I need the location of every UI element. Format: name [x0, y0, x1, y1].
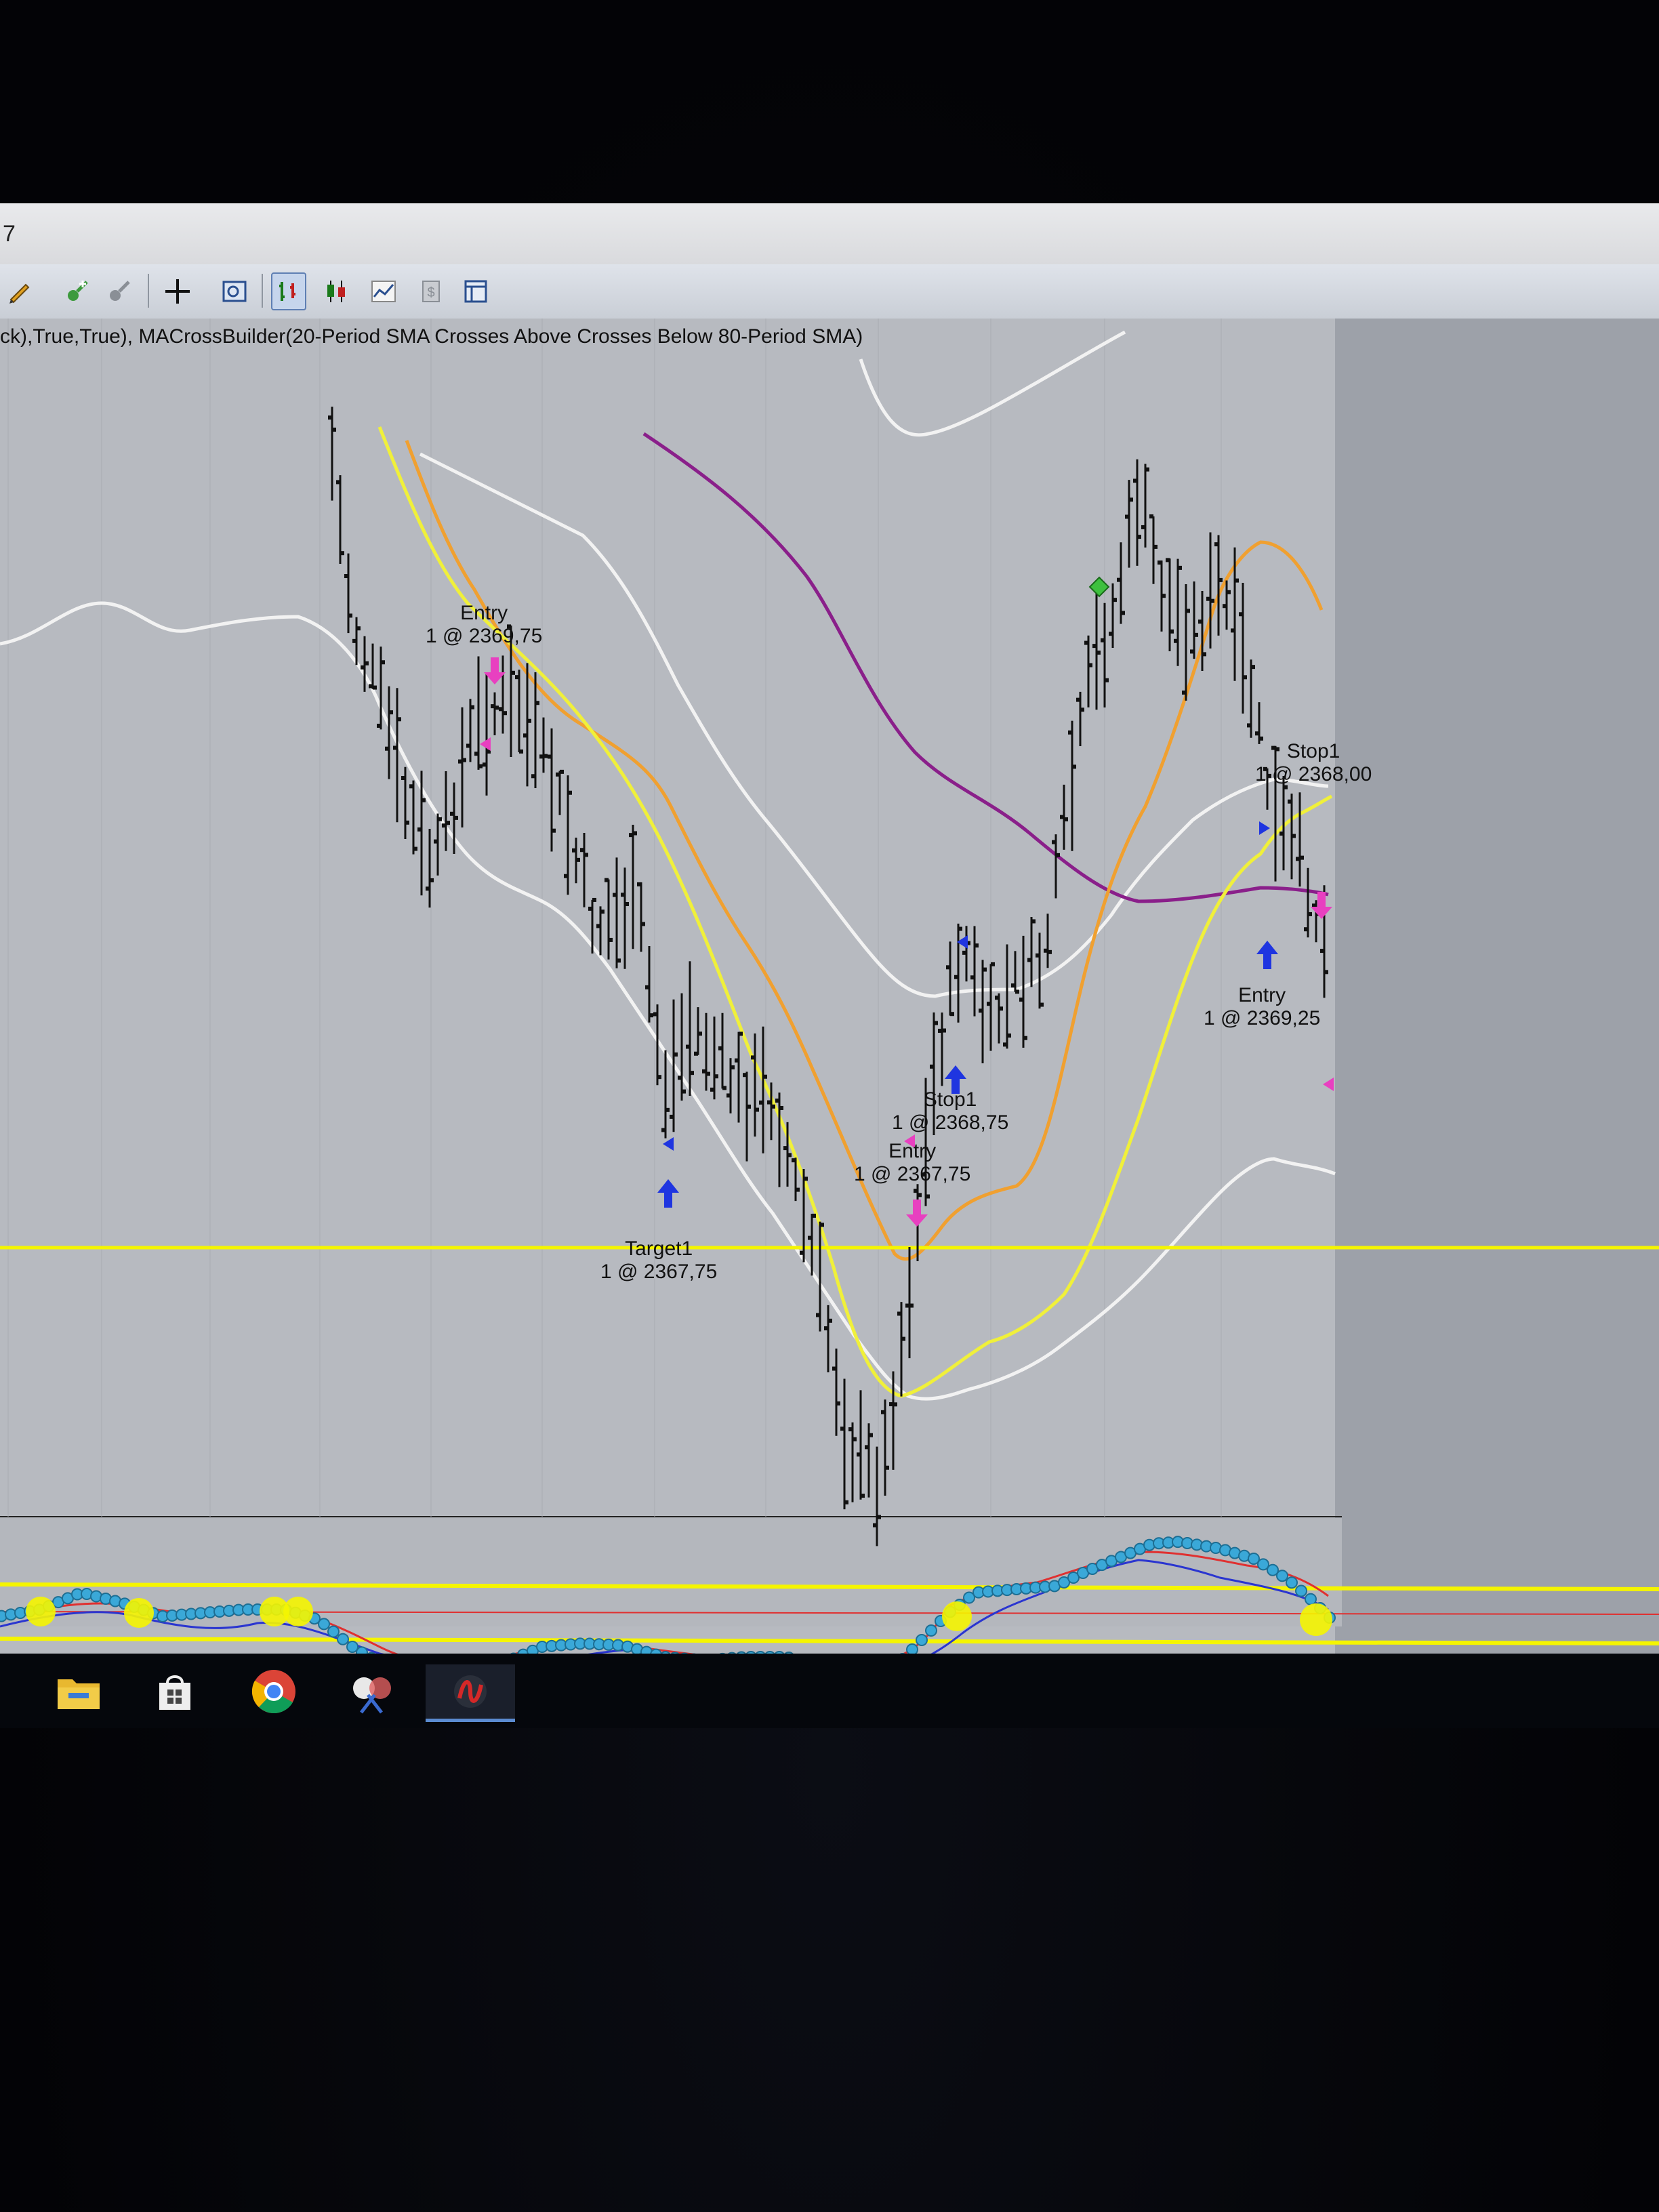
trade-annotation: Stop1 1 @ 2368,00 [1255, 740, 1372, 786]
cross-highlight [26, 1597, 56, 1626]
trade-annotation: Entry 1 @ 2369,25 [1204, 984, 1320, 1030]
window-title: 7 [3, 221, 16, 247]
taskbar [0, 1654, 1659, 1728]
trade-annotation: Entry 1 @ 2367,75 [854, 1140, 970, 1186]
zoom-icon[interactable] [217, 272, 252, 310]
cross-highlight [124, 1598, 154, 1628]
annotation-detail: 1 @ 2369,75 [426, 625, 543, 647]
cross-highlight [942, 1601, 972, 1631]
osc-dot [337, 1633, 349, 1645]
annotation-detail: 1 @ 2368,00 [1255, 763, 1372, 785]
annotation-type: Target1 [625, 1237, 693, 1260]
trading-chart-window: 7 $ ck),True,True), MACrossBuilder(20-Pe… [0, 203, 1659, 1701]
properties-icon[interactable] [458, 272, 493, 310]
osc-dot [1305, 1593, 1317, 1605]
bar-style-icon[interactable] [271, 272, 306, 310]
chart-toolbar: $ [0, 264, 1659, 320]
annotation-type: Entry [1238, 984, 1286, 1006]
snipping-tool-icon[interactable] [344, 1664, 398, 1719]
store-icon[interactable] [148, 1664, 202, 1719]
trade-annotation: Entry 1 @ 2369,75 [426, 602, 542, 648]
annotation-type: Entry [888, 1140, 937, 1162]
line-chart-icon[interactable] [366, 272, 401, 310]
chrome-icon[interactable] [247, 1664, 301, 1719]
annotation-type: Entry [460, 602, 508, 624]
window-titlebar: 7 [0, 203, 1659, 264]
candlestick-icon[interactable] [319, 272, 354, 310]
annotation-type: Stop1 [923, 1088, 977, 1111]
osc-dot [327, 1625, 340, 1638]
dollar-icon[interactable]: $ [413, 272, 449, 310]
trading-platform-icon[interactable] [426, 1664, 515, 1722]
annotation-detail: 1 @ 2367,75 [854, 1163, 971, 1185]
annotation-type: Stop1 [1286, 740, 1340, 762]
trade-annotation: Stop1 1 @ 2368,75 [892, 1088, 1008, 1134]
cross-highlight [283, 1597, 313, 1626]
future-background [1335, 319, 1659, 1660]
price-chart-canvas[interactable] [0, 319, 1659, 1660]
toolbar-separator [148, 274, 149, 308]
svg-text:$: $ [427, 285, 434, 300]
chart-panel[interactable]: ck),True,True), MACrossBuilder(20-Period… [0, 319, 1659, 1660]
osc-dot [916, 1634, 928, 1646]
trade-annotation: Target1 1 @ 2367,75 [600, 1237, 717, 1284]
pencil-icon[interactable] [3, 272, 38, 310]
chart-background [0, 319, 1335, 1660]
toolbar-separator [262, 274, 263, 308]
osc-dot [1295, 1584, 1307, 1597]
cross-highlight [1300, 1603, 1332, 1636]
file-explorer-icon[interactable] [52, 1664, 106, 1719]
indicator-label: ck),True,True), MACrossBuilder(20-Period… [0, 325, 863, 348]
osc-dot [318, 1618, 330, 1631]
osc-dot [1276, 1570, 1288, 1582]
pin-add-icon[interactable] [60, 272, 95, 310]
osc-dot [925, 1624, 937, 1637]
annotation-detail: 1 @ 2369,25 [1204, 1007, 1321, 1029]
monitor-bezel: 7 $ ck),True,True), MACrossBuilder(20-Pe… [0, 0, 1659, 2212]
annotation-detail: 1 @ 2367,75 [600, 1261, 718, 1283]
osc-dot [1286, 1576, 1298, 1589]
pin-remove-icon[interactable] [102, 272, 137, 310]
annotation-detail: 1 @ 2368,75 [892, 1111, 1009, 1134]
crosshair-icon[interactable] [160, 272, 195, 310]
